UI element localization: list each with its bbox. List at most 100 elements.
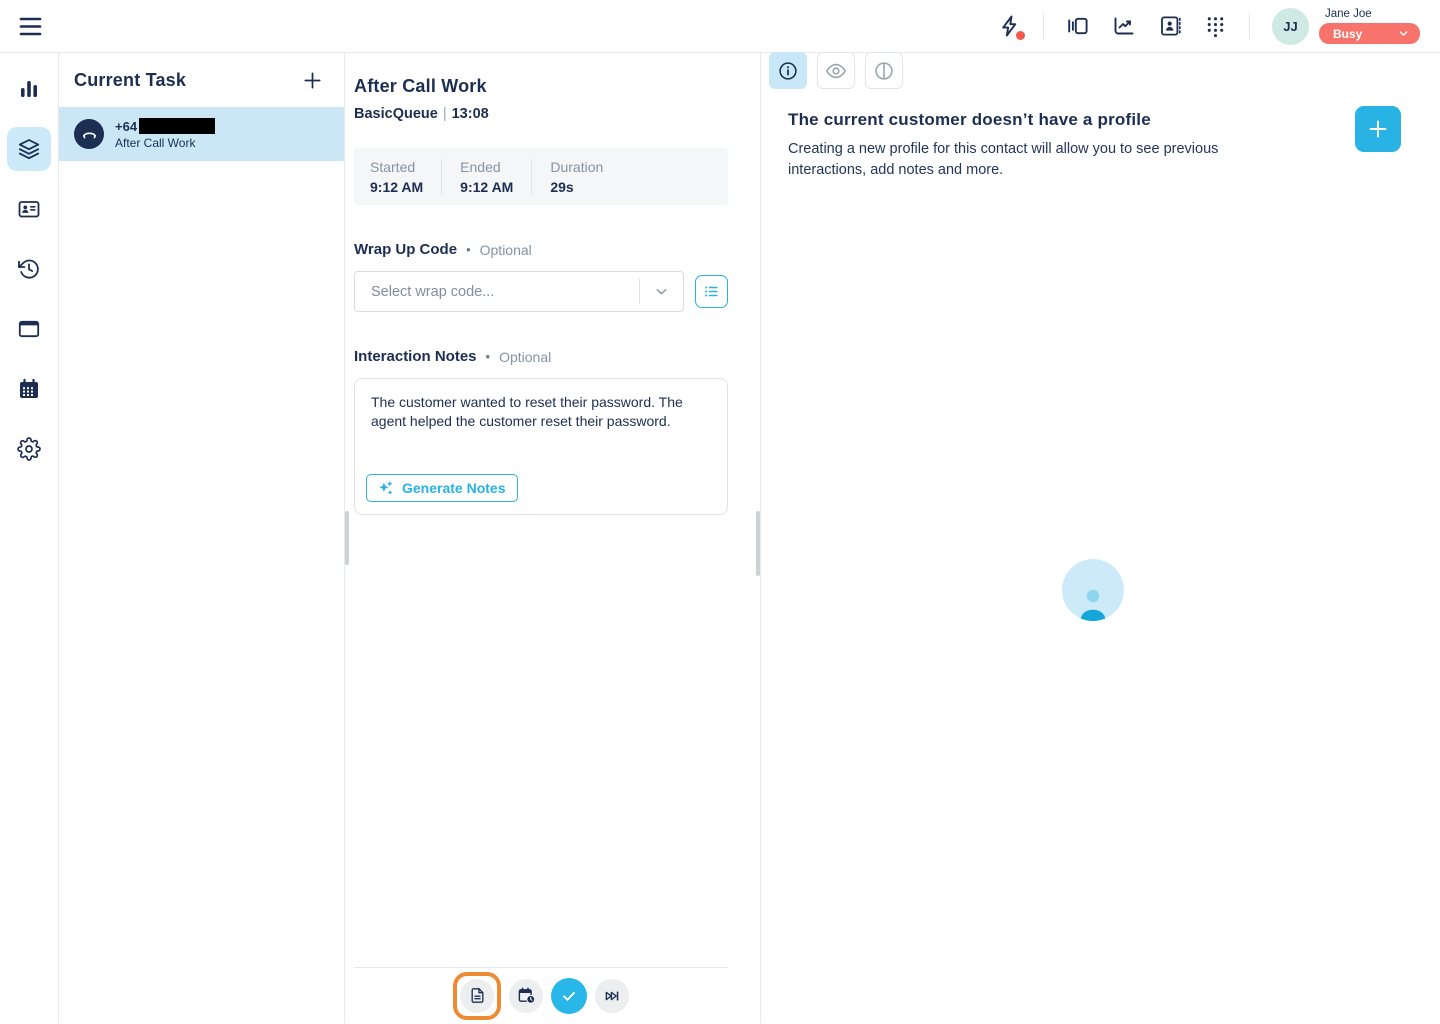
wrap-up-optional-tag: Optional [480, 242, 532, 258]
task-subtitle: After Call Work [115, 136, 215, 150]
status-label: Busy [1333, 27, 1362, 41]
task-list-item[interactable]: +64 After Call Work [59, 107, 344, 161]
rail-item-history[interactable] [7, 247, 51, 291]
main-area: Current Task [0, 53, 1440, 1023]
wrap-up-placeholder: Select wrap code... [355, 284, 639, 300]
create-profile-button[interactable] [1355, 106, 1401, 152]
calendar-icon [17, 377, 41, 401]
dialpad-button[interactable] [1204, 15, 1227, 38]
info-icon [777, 60, 799, 82]
queue-name: BasicQueue [354, 106, 438, 122]
no-profile-message: The current customer doesn’t have a prof… [788, 110, 1258, 181]
stat-started: Started 9:12 AM [370, 159, 441, 195]
analytics-button[interactable] [1112, 14, 1136, 38]
complete-task-button[interactable] [551, 978, 587, 1014]
phone-down-icon [74, 119, 104, 149]
acw-timer: 13:08 [452, 106, 489, 122]
interaction-notes-field[interactable]: The customer wanted to reset their passw… [354, 378, 728, 515]
scrollbar-thumb[interactable] [345, 511, 349, 565]
panels-icon [1066, 14, 1090, 38]
skip-acw-button[interactable] [595, 979, 629, 1013]
wrap-up-row: Select wrap code... [354, 271, 728, 312]
chevron-down-icon [639, 279, 683, 304]
wrap-up-list-button[interactable] [695, 275, 728, 308]
customer-profile-panel: The current customer doesn’t have a prof… [761, 53, 1440, 1023]
scrollbar-thumb[interactable] [756, 511, 760, 576]
contacts-button[interactable] [1158, 14, 1182, 38]
bullet-separator: • [466, 242, 471, 257]
calendar-clock-icon [517, 986, 536, 1005]
bullet-separator: • [486, 349, 491, 364]
rail-item-contact-card[interactable] [7, 187, 51, 231]
contact-card-icon [17, 197, 41, 221]
tab-info[interactable] [769, 52, 807, 89]
notes-optional-tag: Optional [499, 349, 551, 365]
user-area: JJ Jane Joe Busy [1272, 8, 1420, 45]
highlight-ring [453, 972, 501, 1020]
interaction-notes-text: The customer wanted to reset their passw… [371, 393, 711, 431]
tab-contrast[interactable] [865, 52, 903, 89]
wrap-up-label-row: Wrap Up Code • Optional [354, 241, 728, 258]
notes-document-icon [469, 987, 486, 1004]
layers-icon [17, 137, 41, 161]
schedule-callback-button[interactable] [509, 979, 543, 1013]
redacted-phone-number [139, 118, 215, 134]
tab-preview[interactable] [817, 52, 855, 89]
topbar-divider [1249, 13, 1250, 39]
user-avatar[interactable]: JJ [1272, 8, 1309, 45]
person-icon [1073, 585, 1113, 621]
notification-dot [1016, 31, 1025, 40]
window-icon [17, 317, 41, 341]
list-icon [702, 282, 721, 301]
task-phone-number: +64 [115, 118, 215, 134]
rail-item-browser[interactable] [7, 307, 51, 351]
complete-check-icon [560, 987, 578, 1005]
task-list-title: Current Task [74, 70, 186, 91]
generate-notes-label: Generate Notes [402, 480, 505, 496]
plus-icon [1366, 117, 1390, 141]
user-name: Jane Joe [1319, 8, 1372, 20]
interaction-notes-label: Interaction Notes [354, 348, 477, 365]
status-dropdown[interactable]: Busy [1319, 23, 1420, 44]
history-icon [17, 257, 41, 281]
task-detail-panel: After Call Work BasicQueue | 13:08 Started… [345, 53, 761, 1023]
task-list-panel: Current Task [59, 53, 345, 1023]
generate-notes-button[interactable]: Generate Notes [366, 474, 518, 502]
contact-book-icon [1158, 14, 1182, 38]
wrap-up-code-select[interactable]: Select wrap code... [354, 271, 684, 312]
bar-chart-icon [17, 77, 41, 101]
task-actions-footer [354, 967, 728, 1023]
notes-document-button[interactable] [460, 979, 494, 1013]
skip-end-icon [603, 987, 621, 1005]
no-profile-description: Creating a new profile for this contact … [788, 139, 1258, 181]
rail-item-tasks[interactable] [7, 127, 51, 171]
no-profile-heading: The current customer doesn’t have a prof… [788, 110, 1258, 130]
customer-panel-tabs [761, 52, 1440, 89]
line-chart-icon [1112, 14, 1136, 38]
stat-ended: Ended 9:12 AM [441, 159, 531, 195]
panels-toggle-button[interactable] [1066, 14, 1090, 38]
notes-label-row: Interaction Notes • Optional [354, 348, 728, 365]
rail-item-calendar[interactable] [7, 367, 51, 411]
queue-and-timer: BasicQueue | 13:08 [354, 106, 728, 122]
rail-item-settings[interactable] [7, 427, 51, 471]
quick-connects-button[interactable] [997, 14, 1021, 38]
top-bar: JJ Jane Joe Busy [0, 0, 1440, 53]
task-detail-title: After Call Work [354, 76, 728, 97]
contrast-icon [873, 60, 895, 82]
topbar-actions: JJ Jane Joe Busy [997, 8, 1420, 45]
call-times-summary: Started 9:12 AM Ended 9:12 AM Duration 2… [354, 148, 728, 205]
rail-item-metrics[interactable] [7, 67, 51, 111]
customer-panel-header: The current customer doesn’t have a prof… [761, 89, 1440, 181]
profile-avatar-placeholder [1062, 559, 1124, 621]
topbar-divider [1043, 13, 1044, 39]
plus-icon [301, 69, 324, 92]
dialpad-icon [1204, 15, 1227, 38]
menu-toggle-button[interactable] [18, 15, 43, 38]
navigation-rail [0, 53, 59, 1023]
subtitle-separator: | [443, 106, 447, 122]
gear-icon [17, 437, 41, 461]
stat-duration: Duration 29s [531, 159, 712, 195]
add-task-button[interactable] [301, 69, 324, 92]
hamburger-icon [18, 15, 43, 38]
